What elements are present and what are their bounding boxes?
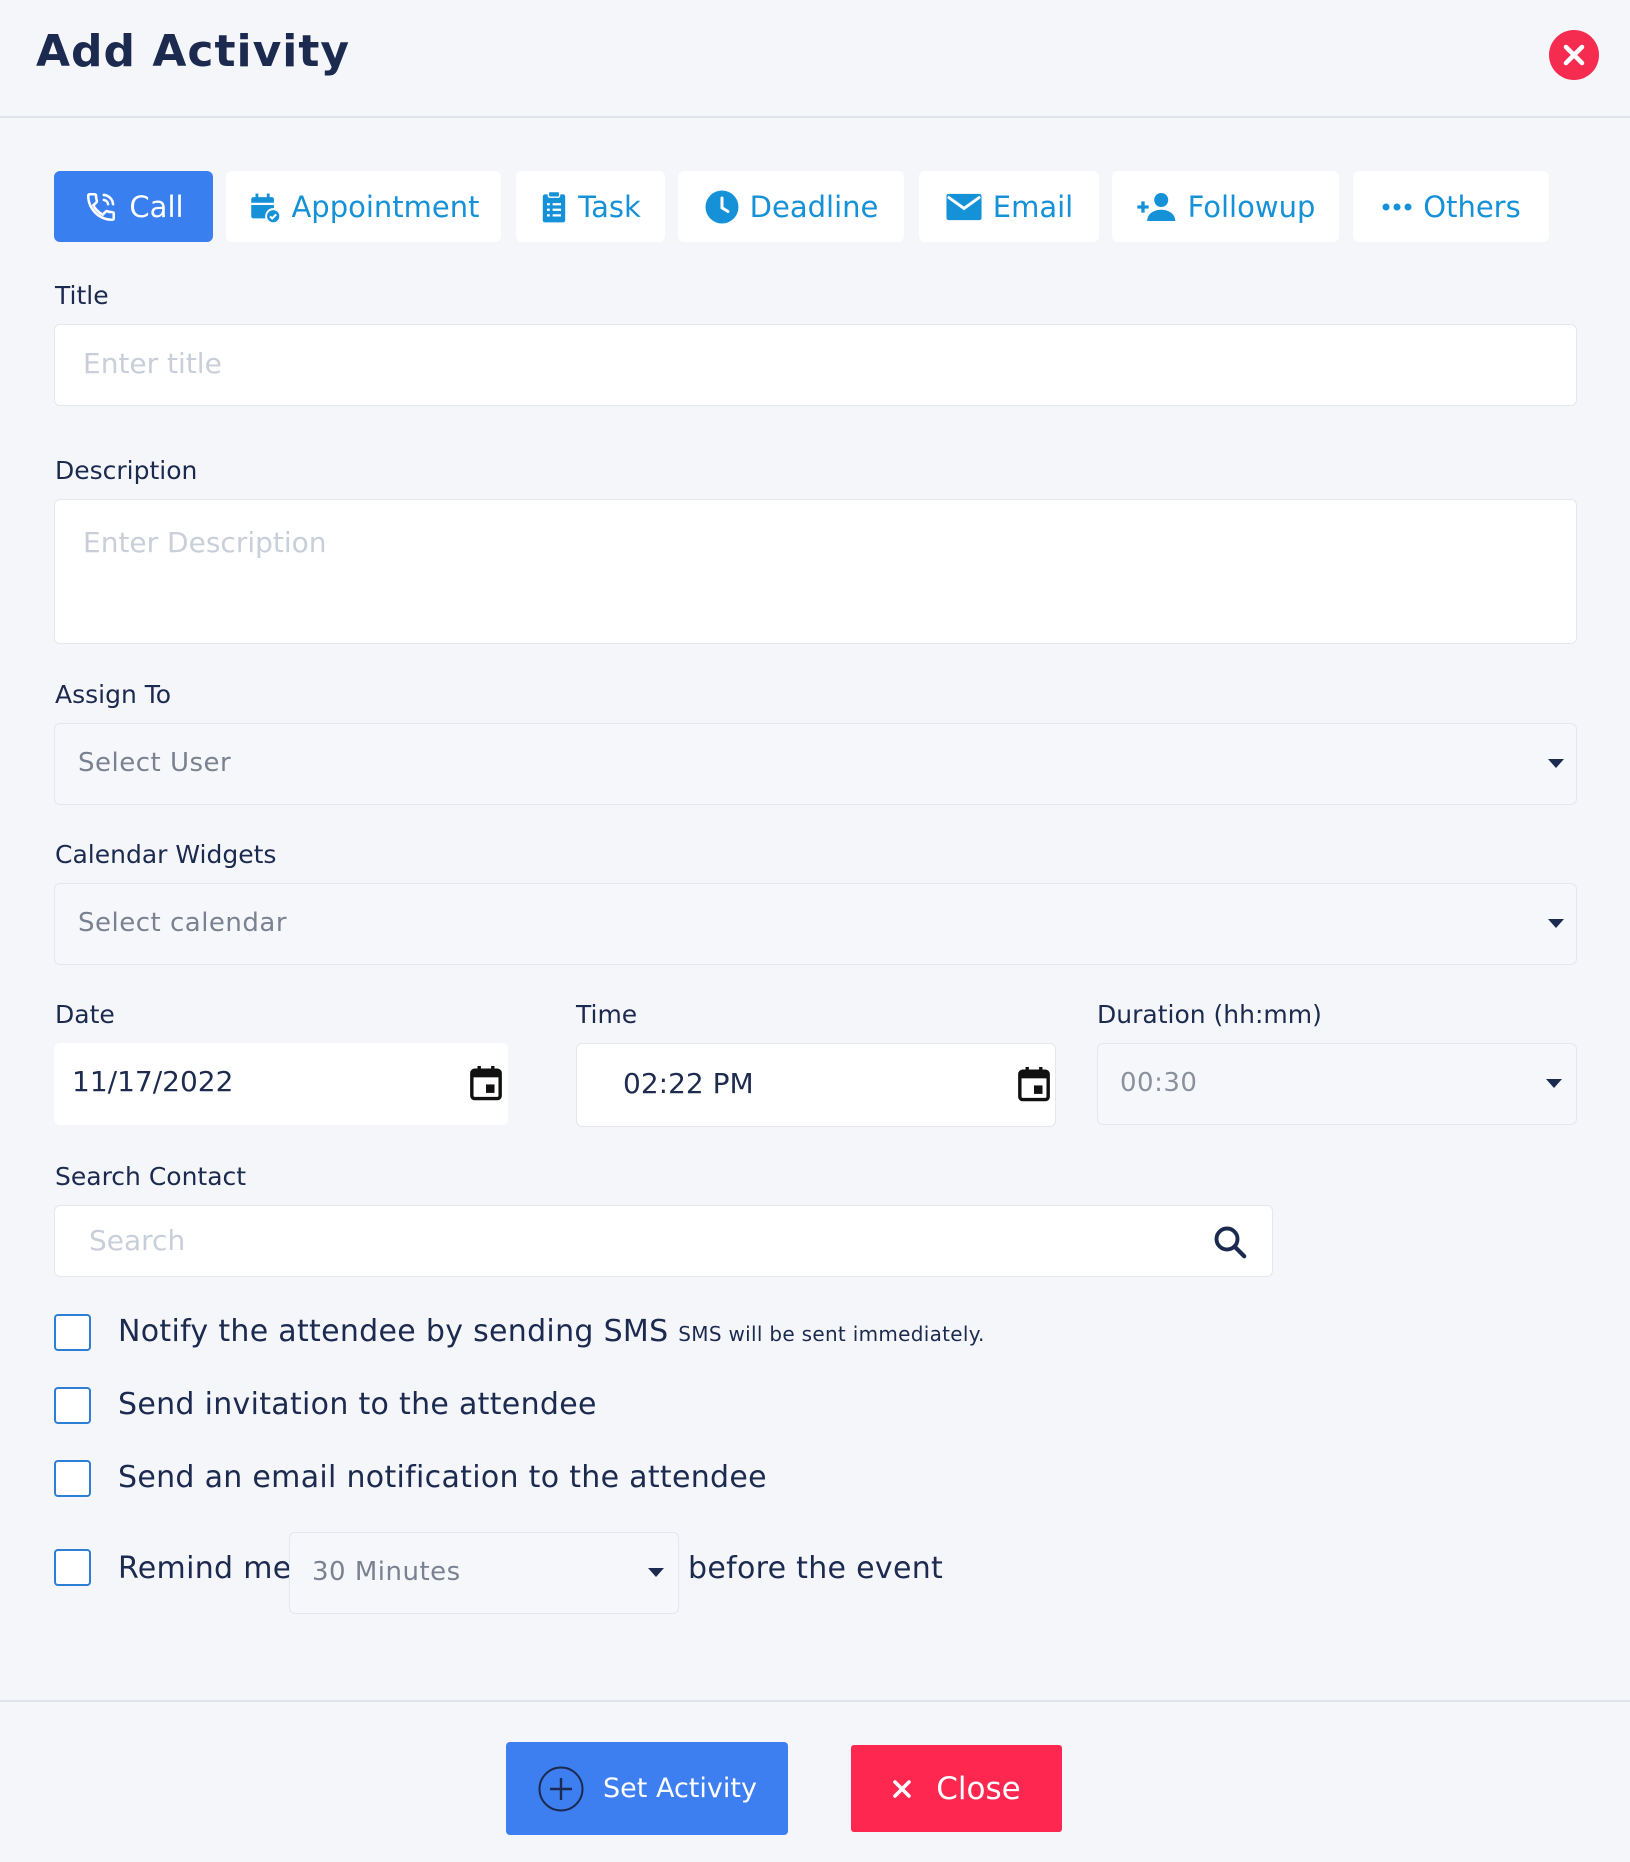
set-activity-button[interactable]: Set Activity — [506, 1742, 788, 1835]
title-placeholder: Enter title — [83, 347, 222, 380]
chevron-down-icon — [1548, 919, 1564, 928]
chevron-down-icon — [648, 1568, 664, 1577]
calendar-select[interactable]: Select calendar — [54, 883, 1577, 965]
calendar-icon[interactable] — [1017, 1065, 1051, 1103]
time-input[interactable]: 02:22 PM — [576, 1043, 1056, 1127]
search-contact-input[interactable]: Search — [54, 1205, 1273, 1277]
tab-email[interactable]: Email — [919, 171, 1099, 242]
tab-label: Call — [129, 189, 184, 224]
close-icon — [893, 1779, 912, 1798]
search-icon[interactable] — [1212, 1224, 1248, 1260]
tab-followup[interactable]: Followup — [1112, 171, 1339, 242]
calendar-icon[interactable] — [469, 1064, 503, 1102]
set-activity-label: Set Activity — [603, 1773, 757, 1804]
email-notify-checkbox[interactable] — [54, 1460, 91, 1497]
calendar-widgets-label: Calendar Widgets — [55, 840, 277, 869]
tab-label: Task — [578, 189, 641, 224]
sms-note: SMS will be sent immediately. — [678, 1322, 985, 1346]
chevron-down-icon — [1548, 759, 1564, 768]
search-contact-label: Search Contact — [55, 1162, 247, 1191]
date-label: Date — [55, 1000, 115, 1029]
tab-label: Others — [1423, 189, 1521, 224]
tab-label: Followup — [1187, 189, 1316, 224]
assign-user-value: Select User — [78, 748, 232, 778]
tab-label: Deadline — [749, 189, 879, 224]
calendar-check-icon — [251, 193, 282, 224]
time-label: Time — [576, 1000, 638, 1029]
modal-title: Add Activity — [36, 26, 351, 77]
email-notify-label: Send an email notification to the attend… — [118, 1460, 767, 1495]
duration-value: 00:30 — [1120, 1068, 1198, 1098]
duration-select[interactable]: 00:30 — [1097, 1043, 1577, 1125]
modal-header: Add Activity — [0, 0, 1630, 118]
assign-user-select[interactable]: Select User — [54, 723, 1577, 805]
duration-label: Duration (hh:mm) — [1097, 1000, 1322, 1029]
description-placeholder: Enter Description — [83, 526, 327, 559]
tab-others[interactable]: Others — [1353, 171, 1549, 242]
title-label: Title — [55, 281, 109, 310]
close-button[interactable]: Close — [851, 1745, 1062, 1832]
sms-notify-text: Notify the attendee by sending SMS — [118, 1314, 669, 1349]
date-value: 11/17/2022 — [72, 1065, 234, 1098]
user-plus-icon — [1137, 192, 1175, 221]
title-input[interactable]: Enter title — [54, 324, 1577, 406]
clipboard-list-icon — [543, 190, 566, 222]
tab-appointment[interactable]: Appointment — [226, 171, 501, 242]
close-icon — [1563, 44, 1585, 66]
time-value: 02:22 PM — [623, 1067, 754, 1100]
assign-to-label: Assign To — [55, 680, 172, 709]
tab-deadline[interactable]: Deadline — [678, 171, 904, 242]
sms-notify-label: Notify the attendee by sending SMS SMS w… — [118, 1314, 985, 1349]
envelope-icon — [946, 193, 982, 220]
sms-notify-checkbox[interactable] — [54, 1314, 91, 1351]
tab-call[interactable]: Call — [54, 171, 213, 242]
send-invitation-checkbox[interactable] — [54, 1387, 91, 1424]
date-input[interactable]: 11/17/2022 — [54, 1043, 508, 1125]
close-label: Close — [936, 1770, 1021, 1807]
remind-me-label: Remind me — [118, 1551, 292, 1586]
calendar-value: Select calendar — [78, 908, 288, 938]
tab-task[interactable]: Task — [516, 171, 665, 242]
plus-circle-icon — [538, 1766, 584, 1811]
remind-time-select[interactable]: 30 Minutes — [289, 1532, 679, 1614]
more-horizontal-icon — [1382, 203, 1412, 210]
close-modal-button[interactable] — [1549, 30, 1599, 80]
remind-me-checkbox[interactable] — [54, 1549, 91, 1586]
tab-label: Appointment — [291, 189, 480, 224]
description-textarea[interactable]: Enter Description — [54, 499, 1577, 644]
search-placeholder: Search — [89, 1224, 186, 1257]
description-label: Description — [55, 456, 198, 485]
phone-icon — [87, 192, 116, 221]
tab-label: Email — [992, 189, 1074, 224]
remind-time-value: 30 Minutes — [312, 1557, 461, 1587]
modal-footer: Set Activity Close — [0, 1700, 1630, 1862]
chevron-down-icon — [1546, 1079, 1562, 1088]
clock-icon — [705, 190, 739, 223]
send-invitation-label: Send invitation to the attendee — [118, 1387, 597, 1422]
remind-suffix-label: before the event — [688, 1551, 944, 1586]
